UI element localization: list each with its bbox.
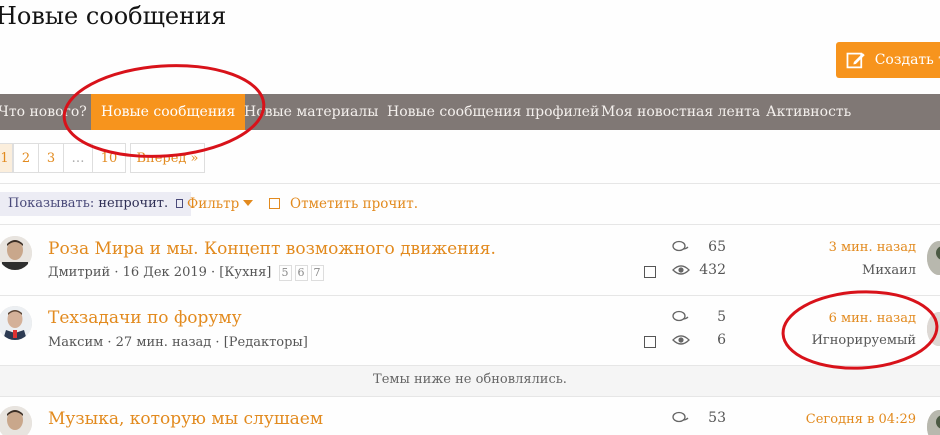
nav-new-media[interactable]: Новые материалы [244,94,378,130]
next-page-button[interactable]: Вперед » [130,143,205,173]
avatar[interactable] [0,236,32,270]
last-post-user[interactable]: Михаил [862,263,916,278]
thread-date[interactable]: 27 мин. назад [116,335,212,350]
page-2[interactable]: 2 [13,143,39,173]
mark-read-link[interactable]: Отметить прочит. [269,192,418,216]
avatar[interactable] [0,406,32,435]
views-count: 432 [699,262,726,278]
page-1[interactable]: 1 [0,143,13,173]
thread-title[interactable]: Музыка, которую мы слушаем [48,409,323,429]
thread-meta: Дмитрий · 16 Дек 2019 · [Кухня] 567 [48,265,324,281]
unchanged-threads-separator: Темы ниже не обновлялись. [0,365,940,397]
last-post-time[interactable]: 3 мин. назад [829,240,916,255]
select-thread-checkbox[interactable] [644,266,656,278]
thread-page-link[interactable]: 6 [294,265,308,281]
divider [0,183,940,184]
avatar[interactable] [0,306,32,340]
create-thread-button[interactable]: Создать т [836,42,940,78]
mark-read-label: Отметить прочит. [290,196,419,212]
nav-news-feed[interactable]: Моя новостная лента [601,94,760,130]
thread-title[interactable]: Роза Мира и мы. Концепт возможного движе… [48,239,496,259]
chevron-right-icon: » [186,151,199,166]
thread-row: Музыка, которую мы слушаем 53 Сегодня в … [0,396,940,435]
nav-whats-new[interactable]: Что нового? [0,94,87,130]
thread-title[interactable]: Техзадачи по форуму [48,308,242,328]
thread-row: Техзадачи по форуму Максим · 27 мин. наз… [0,296,940,366]
filter-label: Фильтр [187,196,240,212]
sub-navigation: Что нового? Новые сообщения Новые матери… [0,94,940,130]
select-thread-checkbox[interactable] [644,336,656,348]
nav-new-profile-posts[interactable]: Новые сообщения профилей [387,94,599,130]
replies-count: 53 [708,410,726,426]
last-post-time[interactable]: 6 мин. назад [829,311,916,326]
replies-count: 5 [717,309,726,325]
thread-forum[interactable]: [Редакторы] [224,335,308,350]
filter-bar: Показывать: непрочит. Фильтр Отметить пр… [0,192,940,216]
thread-author[interactable]: Дмитрий [48,265,110,280]
page-10[interactable]: 10 [92,143,126,173]
thread-page-link[interactable]: 7 [310,265,324,281]
thread-meta: Максим · 27 мин. назад · [Редакторы] [48,335,308,350]
nav-activity[interactable]: Активность [766,94,851,130]
last-poster-avatar[interactable] [927,241,940,275]
thread-author[interactable]: Максим [48,335,103,350]
page-3[interactable]: 3 [38,143,64,173]
checkbox-icon [269,198,280,209]
thread-page-link[interactable]: 5 [278,265,292,281]
thread-forum[interactable]: [Кухня] [219,265,271,280]
separator-text: Темы ниже не обновлялись. [373,372,567,387]
create-thread-label: Создать т [874,52,940,68]
edit-icon [846,52,865,69]
last-post-user[interactable]: Игнорируемый [812,333,916,348]
show-value: непрочит. [98,196,169,211]
replies-count: 65 [708,239,726,255]
last-poster-avatar[interactable] [927,312,940,346]
views-count: 6 [717,332,726,348]
last-post-time[interactable]: Сегодня в 04:29 [806,412,916,427]
caret-down-icon [243,200,254,206]
page-title: Новые сообщения [0,2,227,30]
nav-new-posts[interactable]: Новые сообщения [91,94,246,130]
page-ellipsis[interactable]: … [63,143,93,173]
show-label: Показывать: [8,196,95,211]
thread-row: Роза Мира и мы. Концепт возможного движе… [0,225,940,295]
show-filter-chip[interactable]: Показывать: непрочит. [0,192,192,216]
remove-filter-icon[interactable] [176,199,184,208]
thread-date[interactable]: 16 Дек 2019 [123,265,207,280]
next-page-label: Вперед [136,151,187,166]
filter-dropdown[interactable]: Фильтр [187,192,254,216]
last-poster-avatar[interactable] [927,410,940,435]
